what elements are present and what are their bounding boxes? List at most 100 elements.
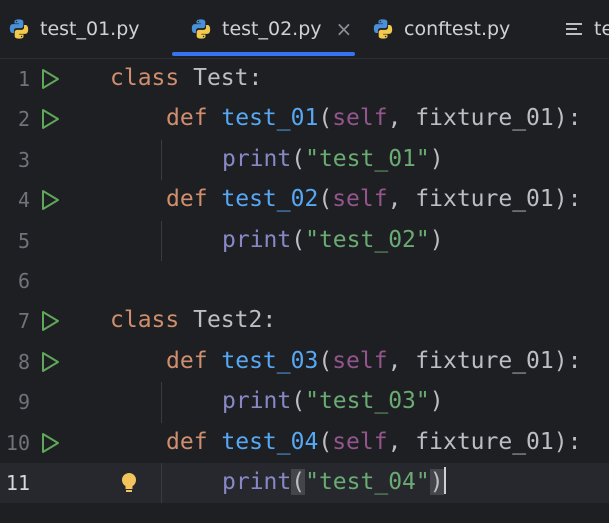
code-token: , fixture_01): xyxy=(387,186,582,213)
code-token: def xyxy=(166,428,222,455)
lightbulb-icon[interactable] xyxy=(118,471,140,495)
code-token: def xyxy=(166,186,222,213)
line-number: 1 xyxy=(17,67,30,91)
tab-text-file[interactable]: te xyxy=(564,0,609,58)
line-number: 2 xyxy=(17,107,30,132)
tab-test-01[interactable]: test_01.py xyxy=(8,0,140,58)
tab-label: te xyxy=(594,18,609,40)
run-test-icon[interactable] xyxy=(38,309,62,333)
indent-guide xyxy=(161,220,162,261)
code-text: print("test_03") xyxy=(222,388,444,414)
code-token: Test: xyxy=(193,65,263,91)
code-token: self xyxy=(332,347,388,374)
python-file-icon xyxy=(191,19,211,39)
code-line[interactable]: 4 def test_02(self, fixture_01): xyxy=(0,180,609,220)
code-token: ( xyxy=(318,347,333,374)
code-token: ( xyxy=(291,145,306,172)
code-token: ) xyxy=(429,388,444,415)
line-number: 8 xyxy=(17,349,30,374)
code-line[interactable]: 10 def test_04(self, fixture_01): xyxy=(0,423,609,463)
code-token: ) xyxy=(429,145,444,172)
line-number: 3 xyxy=(17,147,30,172)
code-text: def test_01(self, fixture_01): xyxy=(166,105,581,131)
code-token: test_01 xyxy=(221,105,319,132)
line-number: 11 xyxy=(5,471,30,495)
code-token: ( xyxy=(291,226,306,253)
code-token: test_02 xyxy=(221,186,319,213)
tab-conftest[interactable]: conftest.py xyxy=(372,0,510,58)
code-text: class Test2: xyxy=(110,307,276,333)
code-line[interactable]: 1 class Test: xyxy=(0,59,609,99)
code-token: print xyxy=(222,145,292,172)
code-token: , fixture_01): xyxy=(387,428,582,455)
code-line[interactable]: 3 print("test_01") xyxy=(0,139,609,181)
code-token: ( xyxy=(318,428,333,455)
code-token: ( xyxy=(291,388,306,415)
run-test-icon[interactable] xyxy=(38,350,62,374)
python-file-icon xyxy=(373,19,393,39)
tab-label: conftest.py xyxy=(404,18,511,40)
code-token: "test_02" xyxy=(305,226,430,253)
code-text: print("test_02") xyxy=(222,227,444,253)
indent-guide xyxy=(161,463,162,504)
code-token: ( xyxy=(318,105,333,132)
run-test-icon[interactable] xyxy=(38,107,62,131)
code-token: ) xyxy=(429,226,444,253)
code-token: class xyxy=(110,307,194,334)
tab-test-02[interactable]: test_02.py × xyxy=(190,0,352,58)
code-editor[interactable]: 1 class Test: 2 def test_01(self, fixture_0… xyxy=(0,59,609,523)
code-line[interactable]: 9 print("test_03") xyxy=(0,382,609,423)
line-number: 5 xyxy=(17,228,30,253)
code-text: print("test_01") xyxy=(222,146,444,172)
code-token: self xyxy=(332,428,388,455)
code-token: self xyxy=(332,186,388,213)
code-token: test_04 xyxy=(221,428,319,455)
code-text: print("test_04") xyxy=(222,467,446,495)
indent-guide xyxy=(161,139,162,181)
line-number: 9 xyxy=(17,390,30,415)
line-number: 7 xyxy=(17,309,30,334)
code-token: ( xyxy=(291,469,306,495)
code-text: class Test: xyxy=(110,65,262,91)
tab-label: test_01.py xyxy=(40,18,140,40)
code-text: def test_04(self, fixture_01): xyxy=(166,429,581,455)
code-line[interactable]: 11 print("test_04") xyxy=(0,463,609,504)
code-text: def test_02(self, fixture_01): xyxy=(166,186,581,212)
line-number: 6 xyxy=(17,269,30,293)
code-token: def xyxy=(166,347,222,374)
line-number: 10 xyxy=(5,430,30,455)
code-token: print xyxy=(222,388,292,415)
code-token: "test_03" xyxy=(305,388,430,415)
code-line[interactable]: 2 def test_01(self, fixture_01): xyxy=(0,99,609,139)
line-number: 4 xyxy=(17,188,30,213)
code-line[interactable]: 6 xyxy=(0,261,609,301)
text-file-icon xyxy=(566,23,582,35)
active-tab-indicator xyxy=(172,52,355,56)
code-token: , fixture_01): xyxy=(387,105,582,132)
code-token: print xyxy=(222,469,292,495)
code-line[interactable]: 5 print("test_02") xyxy=(0,220,609,261)
editor-tab-bar: test_01.py test_02.py × conftest.py te xyxy=(0,0,609,59)
tab-label: test_02.py xyxy=(222,18,322,40)
python-file-icon xyxy=(9,19,29,39)
run-test-icon[interactable] xyxy=(38,67,62,91)
code-token: test_03 xyxy=(221,347,319,374)
run-test-icon[interactable] xyxy=(38,431,62,455)
code-token: ( xyxy=(318,186,333,213)
code-token: class xyxy=(110,65,194,91)
close-icon[interactable]: × xyxy=(336,17,353,41)
code-token: "test_04" xyxy=(305,469,430,495)
run-test-icon[interactable] xyxy=(38,188,62,212)
code-token: self xyxy=(332,105,388,132)
code-text: def test_03(self, fixture_01): xyxy=(166,348,581,374)
indent-guide xyxy=(161,382,162,423)
text-caret xyxy=(443,467,446,494)
code-token: ) xyxy=(429,469,444,495)
code-token: print xyxy=(222,226,292,253)
code-line[interactable]: 7 class Test2: xyxy=(0,301,609,341)
code-token: , fixture_01): xyxy=(387,347,582,374)
code-token: Test2: xyxy=(193,307,277,334)
code-token: "test_01" xyxy=(305,145,430,172)
code-token: def xyxy=(166,105,222,132)
code-line[interactable]: 8 def test_03(self, fixture_01): xyxy=(0,342,609,382)
